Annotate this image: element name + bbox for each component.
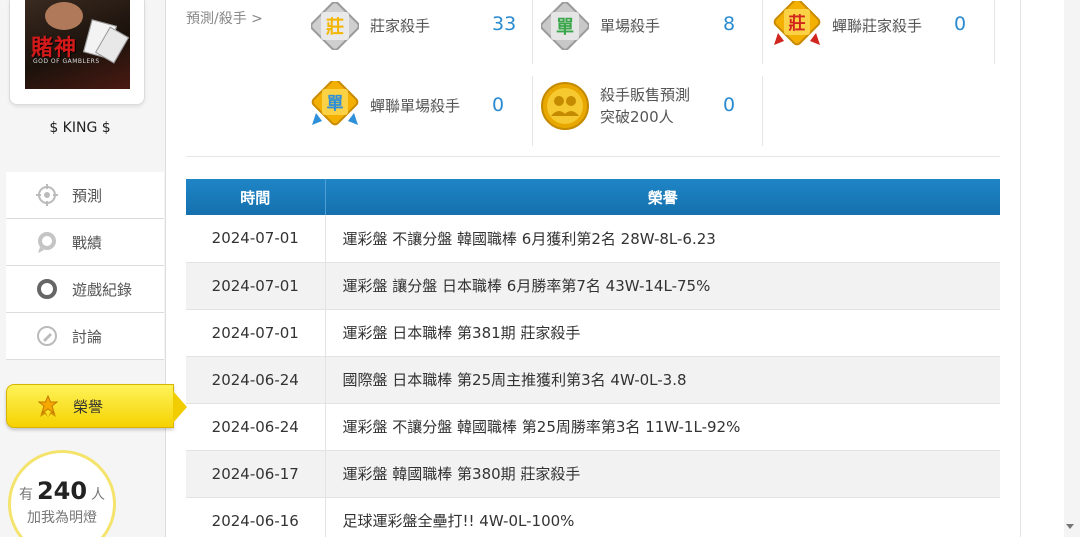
award-consecutive-single-killer: 單 蟬聯單場殺手 xyxy=(310,76,460,136)
award-label: 蟬聯莊家殺手 xyxy=(832,17,923,35)
divider xyxy=(532,0,533,64)
record-icon xyxy=(34,229,60,255)
sidebar-nav: 預測 戰績 遊戲紀錄 討論 榮譽 xyxy=(6,172,187,428)
scroll-down-arrow-icon[interactable] xyxy=(1066,524,1074,529)
svg-text:單: 單 xyxy=(327,94,344,114)
table-row: 2024-06-24 運彩盤 不讓分盤 韓國職棒 第25周勝率第3名 11W-1… xyxy=(186,403,1000,451)
breadcrumb[interactable]: 預測/殺手 > xyxy=(186,8,263,28)
vertical-scrollbar[interactable] xyxy=(1064,0,1080,537)
table-row: 2024-07-01 運彩盤 日本職棒 第381期 莊家殺手 xyxy=(186,309,1000,357)
medal-icon xyxy=(35,393,61,419)
row-honor: 運彩盤 韓國職棒 第380期 莊家殺手 xyxy=(325,450,1000,498)
fans-prefix: 有 xyxy=(18,487,33,503)
crosshair-icon xyxy=(34,182,60,208)
table-row: 2024-06-24 國際盤 日本職棒 第25周主推獲利第3名 4W-0L-3.… xyxy=(186,356,1000,404)
divider xyxy=(762,76,763,146)
row-date: 2024-06-16 xyxy=(186,497,326,537)
consecutive-banker-badge-icon: 莊 xyxy=(772,1,822,51)
row-honor: 運彩盤 不讓分盤 韓國職棒 6月獲利第2名 28W-8L-6.23 xyxy=(325,215,1000,263)
divider xyxy=(762,0,763,64)
sidebar: 賭神 GOD OF GAMBLERS $ KING $ 預測 戰績 遊戲紀錄 討… xyxy=(0,0,187,537)
honor-table: 時間 榮譽 2024-07-01 運彩盤 不讓分盤 韓國職棒 6月獲利第2名 2… xyxy=(186,179,1000,537)
single-killer-badge-icon: 單 xyxy=(540,1,590,51)
fans-badge[interactable]: 有 240 人 加我為明燈 xyxy=(8,450,116,537)
circle-icon xyxy=(34,276,60,302)
row-date: 2024-06-17 xyxy=(186,450,326,498)
sidebar-item-game-history[interactable]: 遊戲紀錄 xyxy=(6,266,164,313)
svg-text:莊: 莊 xyxy=(326,16,344,38)
sidebar-item-discussion[interactable]: 討論 xyxy=(6,313,164,360)
people-gold-badge-icon xyxy=(540,81,590,131)
section-divider xyxy=(186,156,1000,157)
svg-text:莊: 莊 xyxy=(789,13,806,34)
avatar-card[interactable]: 賭神 GOD OF GAMBLERS xyxy=(9,0,145,105)
table-header-row: 時間 榮譽 xyxy=(186,179,1000,215)
fans-count-line: 有 240 人 xyxy=(11,477,113,505)
banker-killer-badge-icon: 莊 xyxy=(310,1,360,51)
award-label: 莊家殺手 xyxy=(370,17,431,35)
table-row: 2024-07-01 運彩盤 不讓分盤 韓國職棒 6月獲利第2名 28W-8L-… xyxy=(186,215,1000,263)
table-row: 2024-07-01 運彩盤 讓分盤 日本職棒 6月勝率第7名 43W-14L-… xyxy=(186,262,1000,310)
award-sales-milestone: 殺手販售預測 突破200人 xyxy=(540,76,690,136)
table-row: 2024-06-16 足球運彩盤全壘打!! 4W-0L-100% xyxy=(186,497,1000,537)
column-header-time: 時間 xyxy=(186,179,326,215)
row-date: 2024-07-01 xyxy=(186,215,326,263)
sidebar-item-record[interactable]: 戰績 xyxy=(6,219,164,266)
sidebar-item-prediction[interactable]: 預測 xyxy=(6,172,164,219)
award-count: 0 xyxy=(723,94,736,116)
content-border xyxy=(1020,0,1021,537)
row-date: 2024-07-01 xyxy=(186,262,326,310)
username: $ KING $ xyxy=(49,120,111,136)
fans-suffix: 人 xyxy=(91,487,106,503)
svg-text:單: 單 xyxy=(556,17,574,38)
award-count: 0 xyxy=(492,94,505,116)
row-honor: 運彩盤 不讓分盤 韓國職棒 第25周勝率第3名 11W-1L-92% xyxy=(325,403,1000,451)
sidebar-item-label: 討論 xyxy=(72,327,103,346)
award-label-line2: 突破200人 xyxy=(600,108,674,126)
column-header-honor: 榮譽 xyxy=(325,179,1000,215)
award-consecutive-banker-killer: 莊 蟬聯莊家殺手 xyxy=(772,0,922,56)
row-date: 2024-07-01 xyxy=(186,309,326,357)
row-honor: 運彩盤 日本職棒 第381期 莊家殺手 xyxy=(325,309,1000,357)
sidebar-item-label: 遊戲紀錄 xyxy=(72,280,133,299)
sidebar-item-honor[interactable]: 榮譽 xyxy=(6,384,187,428)
award-count: 8 xyxy=(723,13,736,35)
avatar-logo-subtitle: GOD OF GAMBLERS xyxy=(33,58,100,65)
divider xyxy=(994,0,995,64)
divider xyxy=(532,76,533,146)
avatar-face xyxy=(45,2,83,30)
follow-button[interactable]: 加我為明燈 xyxy=(11,507,113,527)
sidebar-item-label: 戰績 xyxy=(72,233,103,252)
sidebar-item-label: 預測 xyxy=(72,186,103,205)
award-count: 33 xyxy=(492,13,517,35)
row-honor: 國際盤 日本職棒 第25周主推獲利第3名 4W-0L-3.8 xyxy=(325,356,1000,404)
award-label: 單場殺手 xyxy=(600,17,661,35)
award-label: 蟬聯單場殺手 xyxy=(370,97,461,115)
row-date: 2024-06-24 xyxy=(186,403,326,451)
sidebar-spacer xyxy=(6,360,164,380)
fans-count: 240 xyxy=(36,477,88,505)
row-date: 2024-06-24 xyxy=(186,356,326,404)
consecutive-single-badge-icon: 單 xyxy=(310,81,360,131)
award-banker-killer: 莊 莊家殺手 xyxy=(310,0,430,56)
table-row: 2024-06-17 運彩盤 韓國職棒 第380期 莊家殺手 xyxy=(186,450,1000,498)
award-single-killer: 單 單場殺手 xyxy=(540,0,660,56)
discussion-icon xyxy=(34,323,60,349)
row-honor: 運彩盤 讓分盤 日本職棒 6月勝率第7名 43W-14L-75% xyxy=(325,262,1000,310)
award-label-line1: 殺手販售預測 xyxy=(600,86,691,104)
sidebar-item-label: 榮譽 xyxy=(73,397,104,416)
row-honor: 足球運彩盤全壘打!! 4W-0L-100% xyxy=(325,497,1000,537)
award-count: 0 xyxy=(954,13,967,35)
avatar[interactable]: 賭神 GOD OF GAMBLERS xyxy=(25,0,130,89)
award-label: 殺手販售預測 突破200人 xyxy=(600,84,690,128)
